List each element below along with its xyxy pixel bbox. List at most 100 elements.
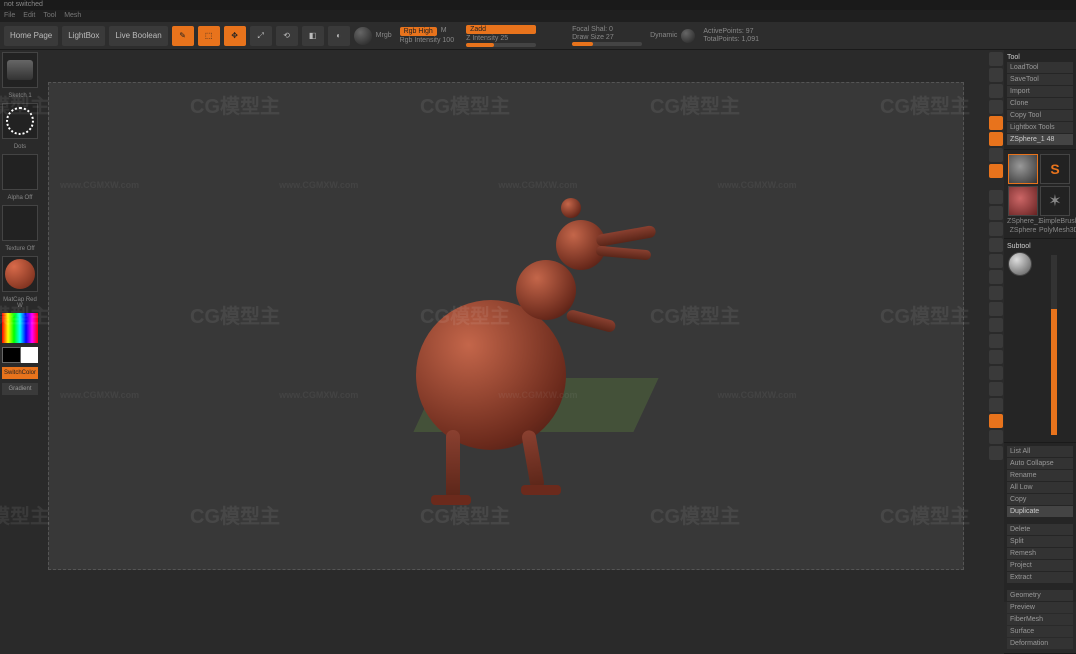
color-picker[interactable]	[2, 313, 38, 343]
remesh-button[interactable]: Remesh	[1007, 548, 1073, 559]
solo-icon[interactable]	[989, 366, 1003, 380]
lazy-icon[interactable]	[681, 29, 695, 43]
rgb-tag[interactable]: Rgb High	[400, 27, 437, 36]
scroll-button[interactable]	[989, 132, 1003, 146]
lightbox-tools-button[interactable]: Lightbox Tools	[1007, 122, 1073, 133]
right-panel: Tool LoadTool SaveTool Import Clone Copy…	[1004, 50, 1076, 602]
gradient-button[interactable]: Gradient	[2, 383, 38, 395]
sym-icon[interactable]	[989, 398, 1003, 412]
menu-item[interactable]: Mesh	[64, 10, 81, 22]
live-boolean-button[interactable]: Live Boolean	[109, 26, 167, 46]
copy-button[interactable]: Copy	[1007, 494, 1073, 505]
material-thumb[interactable]	[2, 256, 38, 292]
spix-button[interactable]	[989, 52, 1003, 66]
rgb-intensity-label: Rgb Intensity 100	[400, 37, 454, 44]
zsphere-current[interactable]: ZSphere_1 48	[1007, 134, 1073, 145]
draw-icon[interactable]: ⬚	[198, 26, 220, 46]
tool-thumb-sphere[interactable]	[1008, 186, 1038, 216]
import-button[interactable]: Import	[1007, 86, 1073, 97]
title-bar: not switched	[0, 0, 1076, 10]
menu-item[interactable]: File	[4, 10, 15, 22]
geometry-button[interactable]: Geometry	[1007, 590, 1073, 601]
menu-bar: File Edit Tool Mesh	[0, 10, 1076, 22]
drawsize-label: Draw Size 27	[572, 34, 642, 41]
viewport[interactable]	[40, 50, 988, 602]
autocollapse-button[interactable]: Auto Collapse	[1007, 458, 1073, 469]
fibermesh-button[interactable]: FiberMesh	[1007, 614, 1073, 625]
surface-button[interactable]: Surface	[1007, 626, 1073, 637]
totalpoints-label: TotalPoints: 1,091	[703, 36, 759, 43]
sculpt-icon[interactable]: ◧	[302, 26, 324, 46]
texture-thumb[interactable]	[2, 205, 38, 241]
floor-icon[interactable]	[989, 206, 1003, 220]
menu-item[interactable]: Edit	[23, 10, 35, 22]
bpr-icon[interactable]	[989, 446, 1003, 460]
xyz-icon[interactable]	[989, 238, 1003, 252]
pf-icon[interactable]	[989, 382, 1003, 396]
xpose-icon[interactable]	[989, 318, 1003, 332]
alllow-button[interactable]: All Low	[1007, 482, 1073, 493]
focal-label: Focal Shal: 0	[572, 26, 642, 33]
frame-button[interactable]	[989, 68, 1003, 82]
clone-button[interactable]: Clone	[1007, 98, 1073, 109]
loadtool-button[interactable]: LoadTool	[1007, 62, 1073, 73]
zintensity-slider[interactable]	[466, 43, 536, 47]
frame-icon[interactable]	[989, 254, 1003, 268]
subtool-header: Subtool	[1007, 242, 1073, 251]
alpha-label: Alpha Off	[8, 195, 33, 201]
tool-thumb-polymesh[interactable]: ✶	[1040, 186, 1070, 216]
split-button[interactable]: Split	[1007, 536, 1073, 547]
dynamic-label[interactable]: Dynamic	[650, 32, 677, 39]
duplicate-button[interactable]: Duplicate	[1007, 506, 1073, 517]
edit-mode-icon[interactable]	[989, 414, 1003, 428]
drawsize-slider[interactable]	[572, 42, 642, 46]
subtool-slider[interactable]	[1051, 255, 1057, 435]
menu-item[interactable]: Tool	[43, 10, 56, 22]
render-icon[interactable]	[989, 430, 1003, 444]
copytool-button[interactable]: Copy Tool	[1007, 110, 1073, 121]
tool-thumb-brush[interactable]: S	[1040, 154, 1070, 184]
activepoints-label: ActivePoints: 97	[703, 28, 759, 35]
aaa-button[interactable]	[989, 100, 1003, 114]
zadd-tag[interactable]: Zadd	[466, 25, 536, 34]
bw-swatch[interactable]	[2, 347, 38, 363]
subtool-thumb[interactable]	[1008, 252, 1032, 276]
ghost-icon[interactable]	[989, 350, 1003, 364]
tool-header: Tool	[1007, 53, 1073, 62]
material-sphere-icon[interactable]	[354, 27, 372, 45]
top-toolbar: Home Page LightBox Live Boolean ✎ ⬚ ✥ ⤢ …	[0, 22, 1076, 50]
rotate-icon[interactable]: ⟲	[276, 26, 298, 46]
lightbox-button[interactable]: LightBox	[62, 26, 105, 46]
page-button[interactable]	[989, 116, 1003, 130]
move-icon[interactable]: ✥	[224, 26, 246, 46]
grp-button[interactable]	[989, 148, 1003, 162]
preview-button[interactable]: Preview	[1007, 602, 1073, 613]
savetool-button[interactable]: SaveTool	[1007, 74, 1073, 85]
extract-button[interactable]: Extract	[1007, 572, 1073, 583]
listall-button[interactable]: List All	[1007, 446, 1073, 457]
project-button[interactable]: Project	[1007, 560, 1073, 571]
lasso-icon[interactable]	[989, 334, 1003, 348]
tool-thumb-zsphere[interactable]	[1008, 154, 1038, 184]
brush-icon[interactable]: ◐	[328, 26, 350, 46]
switchcolor-button[interactable]: SwitchColor	[2, 367, 38, 379]
home-button[interactable]: Home Page	[4, 26, 58, 46]
scale-icon[interactable]: ⤢	[250, 26, 272, 46]
actual-button[interactable]	[989, 84, 1003, 98]
stroke-thumb[interactable]	[2, 103, 38, 139]
alpha-thumb[interactable]	[2, 154, 38, 190]
rename-button[interactable]: Rename	[1007, 470, 1073, 481]
brush-thumb[interactable]	[2, 52, 38, 88]
edit-icon[interactable]: ✎	[172, 26, 194, 46]
zsphere-model[interactable]	[346, 170, 666, 470]
scale-icon[interactable]	[989, 286, 1003, 300]
mrgb-label[interactable]: Mrgb	[376, 32, 392, 39]
deformation-button[interactable]: Deformation	[1007, 638, 1073, 649]
grid-button[interactable]	[989, 164, 1003, 178]
rotate-icon[interactable]	[989, 302, 1003, 316]
persp-icon[interactable]	[989, 190, 1003, 204]
local-icon[interactable]	[989, 222, 1003, 236]
move-icon[interactable]	[989, 270, 1003, 284]
zintensity-label: Z Intensity 25	[466, 35, 536, 42]
delete-button[interactable]: Delete	[1007, 524, 1073, 535]
